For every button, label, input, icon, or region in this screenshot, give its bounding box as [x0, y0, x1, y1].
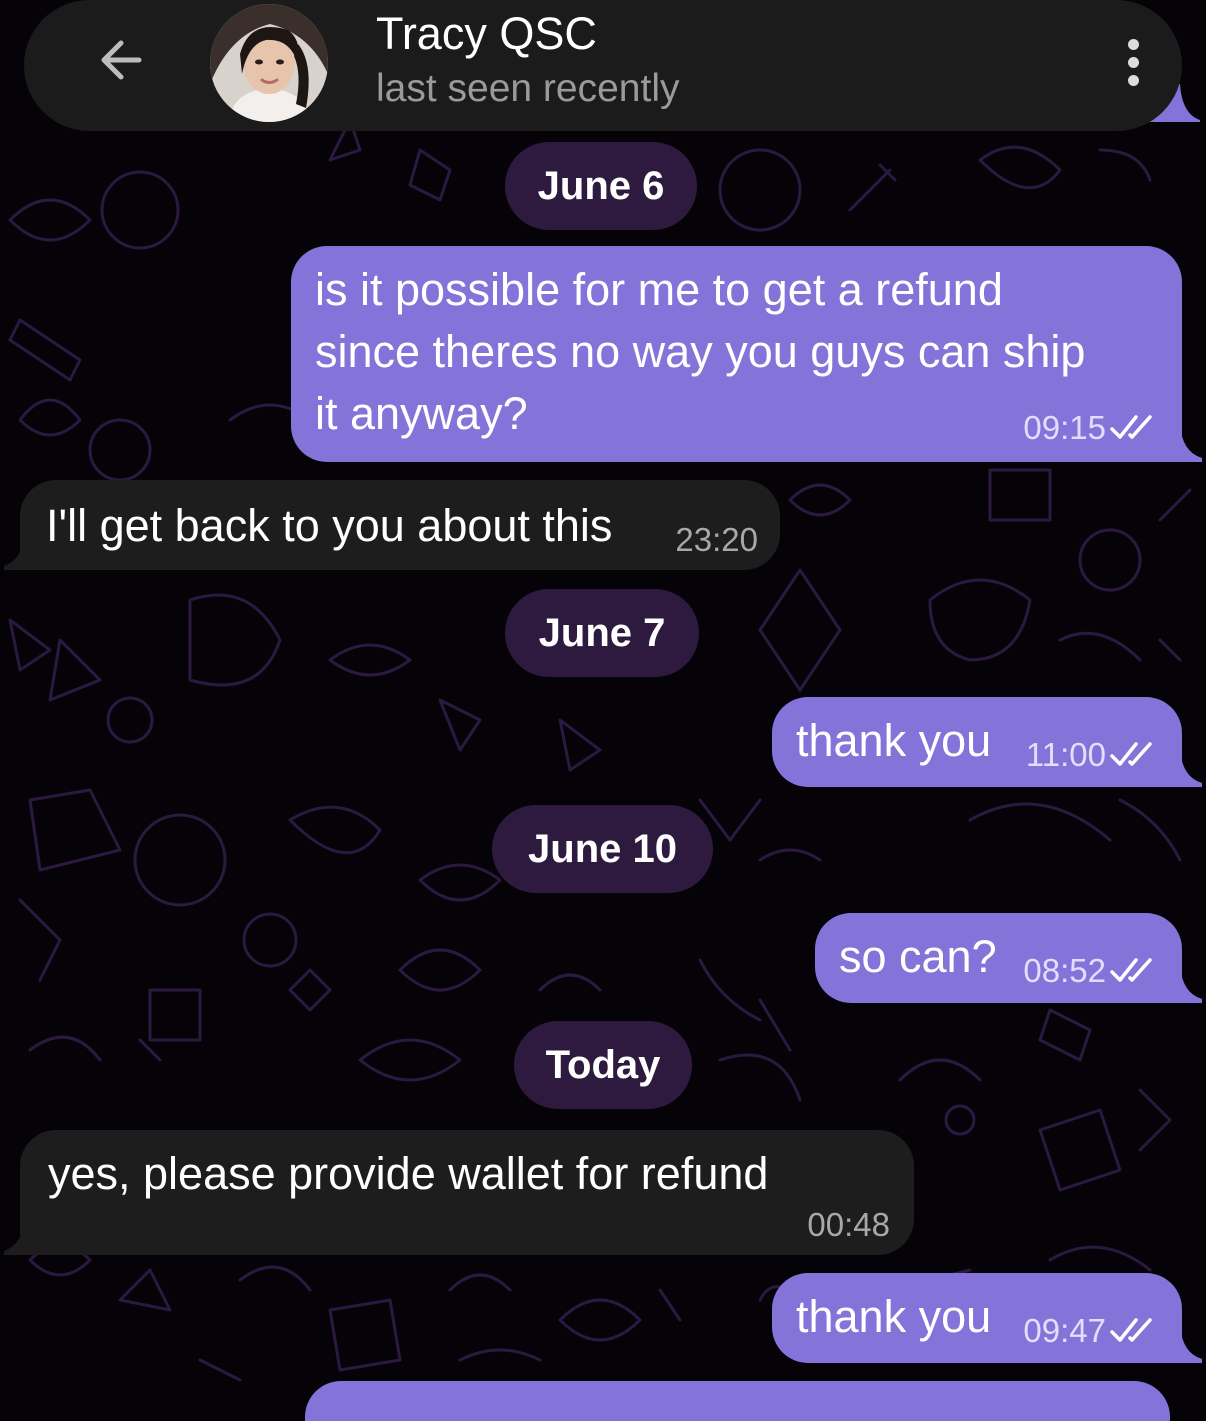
message-time: 23:20: [675, 521, 758, 558]
message-time: 00:48: [807, 1206, 890, 1243]
date-separator: June 7: [505, 589, 699, 677]
message-meta: 09:47: [1023, 1311, 1158, 1351]
message-time: 09:15: [1023, 409, 1106, 446]
date-separator: June 6: [505, 142, 697, 230]
message-text: so can?: [839, 931, 997, 982]
contact-avatar[interactable]: [210, 4, 328, 122]
double-check-icon: [1110, 1318, 1152, 1342]
double-check-icon: [1110, 742, 1152, 766]
bubble-tail: [1160, 424, 1202, 462]
message-text: thank you: [796, 1291, 992, 1342]
date-separator: June 10: [492, 805, 713, 893]
message-meta: 00:48: [807, 1205, 890, 1245]
message-text-line: since theres no way you guys can ship: [315, 326, 1086, 377]
double-check-icon: [1110, 415, 1152, 439]
contact-status: last seen recently: [376, 67, 680, 110]
bubble-tail: [4, 532, 44, 570]
outgoing-message[interactable]: is it possible for me to get a refund si…: [291, 246, 1182, 462]
message-time: 11:00: [1025, 736, 1106, 773]
incoming-message[interactable]: I'll get back to you about this 23:20: [20, 480, 780, 570]
double-check-icon: [1110, 958, 1152, 982]
date-separator: Today: [514, 1021, 692, 1109]
message-text: yes, please provide wallet for refund: [48, 1148, 769, 1199]
chat-header: Tracy QSC last seen recently: [24, 0, 1182, 131]
outgoing-message[interactable]: so can? 08:52: [815, 913, 1182, 1003]
message-text-line: is it possible for me to get a refund: [315, 264, 1003, 315]
message-meta: 08:52: [1023, 951, 1158, 991]
arrow-left-icon: [101, 40, 142, 80]
message-time: 09:47: [1023, 1312, 1106, 1349]
message-meta: 23:20: [675, 520, 758, 560]
outgoing-message-partial[interactable]: [305, 1381, 1170, 1421]
bubble-tail: [4, 1217, 44, 1255]
back-button[interactable]: [76, 20, 166, 100]
message-meta: 11:00: [1026, 735, 1158, 775]
incoming-message[interactable]: yes, please provide wallet for refund 00…: [20, 1130, 914, 1255]
outgoing-message[interactable]: thank you 11:00: [772, 697, 1182, 787]
message-meta: 09:15: [1023, 408, 1158, 448]
message-time: 08:52: [1023, 952, 1106, 989]
message-text: thank you: [796, 715, 992, 766]
bubble-tail: [1160, 1325, 1202, 1363]
more-vertical-icon: [1127, 38, 1139, 50]
message-text-line: it anyway?: [315, 388, 528, 439]
bubble-tail: [1160, 965, 1202, 1003]
message-text: I'll get back to you about this: [46, 500, 613, 551]
bubble-tail: [1160, 749, 1202, 787]
avatar-photo: [210, 4, 328, 122]
outgoing-message[interactable]: thank you 09:47: [772, 1273, 1182, 1363]
more-options-button[interactable]: [1108, 30, 1158, 94]
contact-name[interactable]: Tracy QSC: [376, 6, 597, 62]
